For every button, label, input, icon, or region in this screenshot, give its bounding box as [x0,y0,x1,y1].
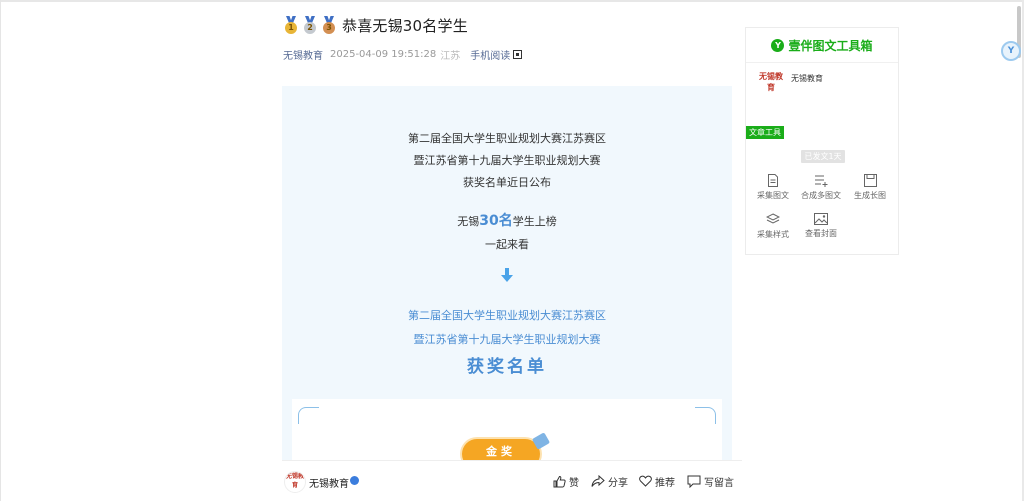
article-content: 第二届全国大学生职业规划大赛江苏赛区 暨江苏省第十九届大学生职业规划大赛 获奖名… [282,86,732,501]
publish-region: 江苏 [440,50,461,62]
card-corner-decoration [695,407,716,424]
qr-code-icon[interactable] [513,49,523,59]
arrow-down-icon [501,268,513,282]
merge-list-icon [814,175,827,187]
favorite-label: 推荐 [655,477,675,489]
heart-icon [639,475,652,487]
account-avatar[interactable]: 无锡教育 [757,71,785,99]
window-top-border [0,0,1024,2]
view-cover-button[interactable]: 查看封面 [798,213,844,245]
article-title-text: 恭喜无锡30名学生 [342,16,468,35]
sub-line: 第二届全国大学生职业规划大赛江苏赛区 [408,309,606,322]
mobile-read-link[interactable]: 手机阅读 [470,47,510,62]
window-left-border [0,0,1,501]
intro-line: 获奖名单近日公布 [463,176,551,189]
article-meta: 无锡教育 2025-04-09 19:51:28 江苏 手机阅读 [283,47,523,62]
toolbox-title: 壹伴图文工具箱 [788,38,873,53]
gold-award-label: 金奖 [486,445,516,458]
gold-medal-icon: 1 [283,16,299,34]
article-title: 1 2 3 恭喜无锡30名学生 [283,14,468,36]
avatar[interactable]: 无锡教育 [284,471,306,493]
account-name[interactable]: 无锡教育 [309,475,349,490]
yiban-float-button[interactable]: Y [1001,41,1021,61]
publish-datetime: 2025-04-09 19:51:28 [330,48,437,60]
merge-articles-button[interactable]: 合成多图文 [798,174,844,206]
document-icon [768,174,778,187]
yiban-logo-icon: Y [771,38,785,52]
highlight-pre: 无锡 [457,215,480,228]
card-corner-decoration [298,407,319,424]
layers-icon [766,213,780,224]
sub-line: 暨江苏省第十九届大学生职业规划大赛 [413,333,601,346]
award-list-title: 获奖名单 [467,357,547,377]
bronze-medal-icon: 3 [321,16,337,34]
collect-article-button[interactable]: 采集图文 [750,174,796,206]
intro-line: 第二届全国大学生职业规划大赛江苏赛区 [408,132,606,145]
thumbs-up-icon [553,475,566,487]
days-published-badge: 已发文1天 [801,150,845,163]
like-button[interactable]: 赞 [553,473,579,489]
tool-label: 生成长图 [854,191,886,200]
tool-label: 采集图文 [757,191,789,200]
intro-line: 暨江苏省第十九届大学生职业规划大赛 [413,154,601,167]
book-icon [531,432,551,450]
comment-icon [687,475,701,488]
author-link[interactable]: 无锡教育 [283,47,323,62]
share-label: 分享 [608,477,628,489]
like-label: 赞 [569,477,579,489]
save-image-icon [863,174,877,187]
together-line: 一起来看 [485,238,529,251]
highlight-post: 学生上榜 [512,215,557,228]
collect-style-button[interactable]: 采集样式 [750,213,796,245]
highlight-number: 30名 [479,213,513,229]
comment-label: 写留言 [704,477,734,489]
comment-button[interactable]: 写留言 [687,473,734,489]
highlight-line: 无锡30名学生上榜 [282,210,732,230]
article-tools-tag: 文章工具 [746,126,784,139]
toolbox-account-name[interactable]: 无锡教育 [791,73,823,84]
share-icon [591,474,605,487]
toolbox-header[interactable]: Y 壹伴图文工具箱 [746,28,898,63]
silver-medal-icon: 2 [302,16,318,34]
bottom-action-bar: 无锡教育 无锡教育 赞 分享 推荐 写留言 [282,460,742,502]
tool-label: 查看封面 [805,229,837,238]
tool-label: 采集样式 [757,230,789,239]
verified-icon [350,476,359,485]
image-icon [814,213,828,225]
favorite-button[interactable]: 推荐 [639,473,675,489]
toolbox-panel: Y 壹伴图文工具箱 无锡教育 无锡教育 文章工具 已发文1天 采集图文 合成多图… [745,27,899,255]
share-button[interactable]: 分享 [591,473,628,489]
tool-label: 合成多图文 [801,191,841,200]
generate-long-image-button[interactable]: 生成长图 [847,174,893,206]
